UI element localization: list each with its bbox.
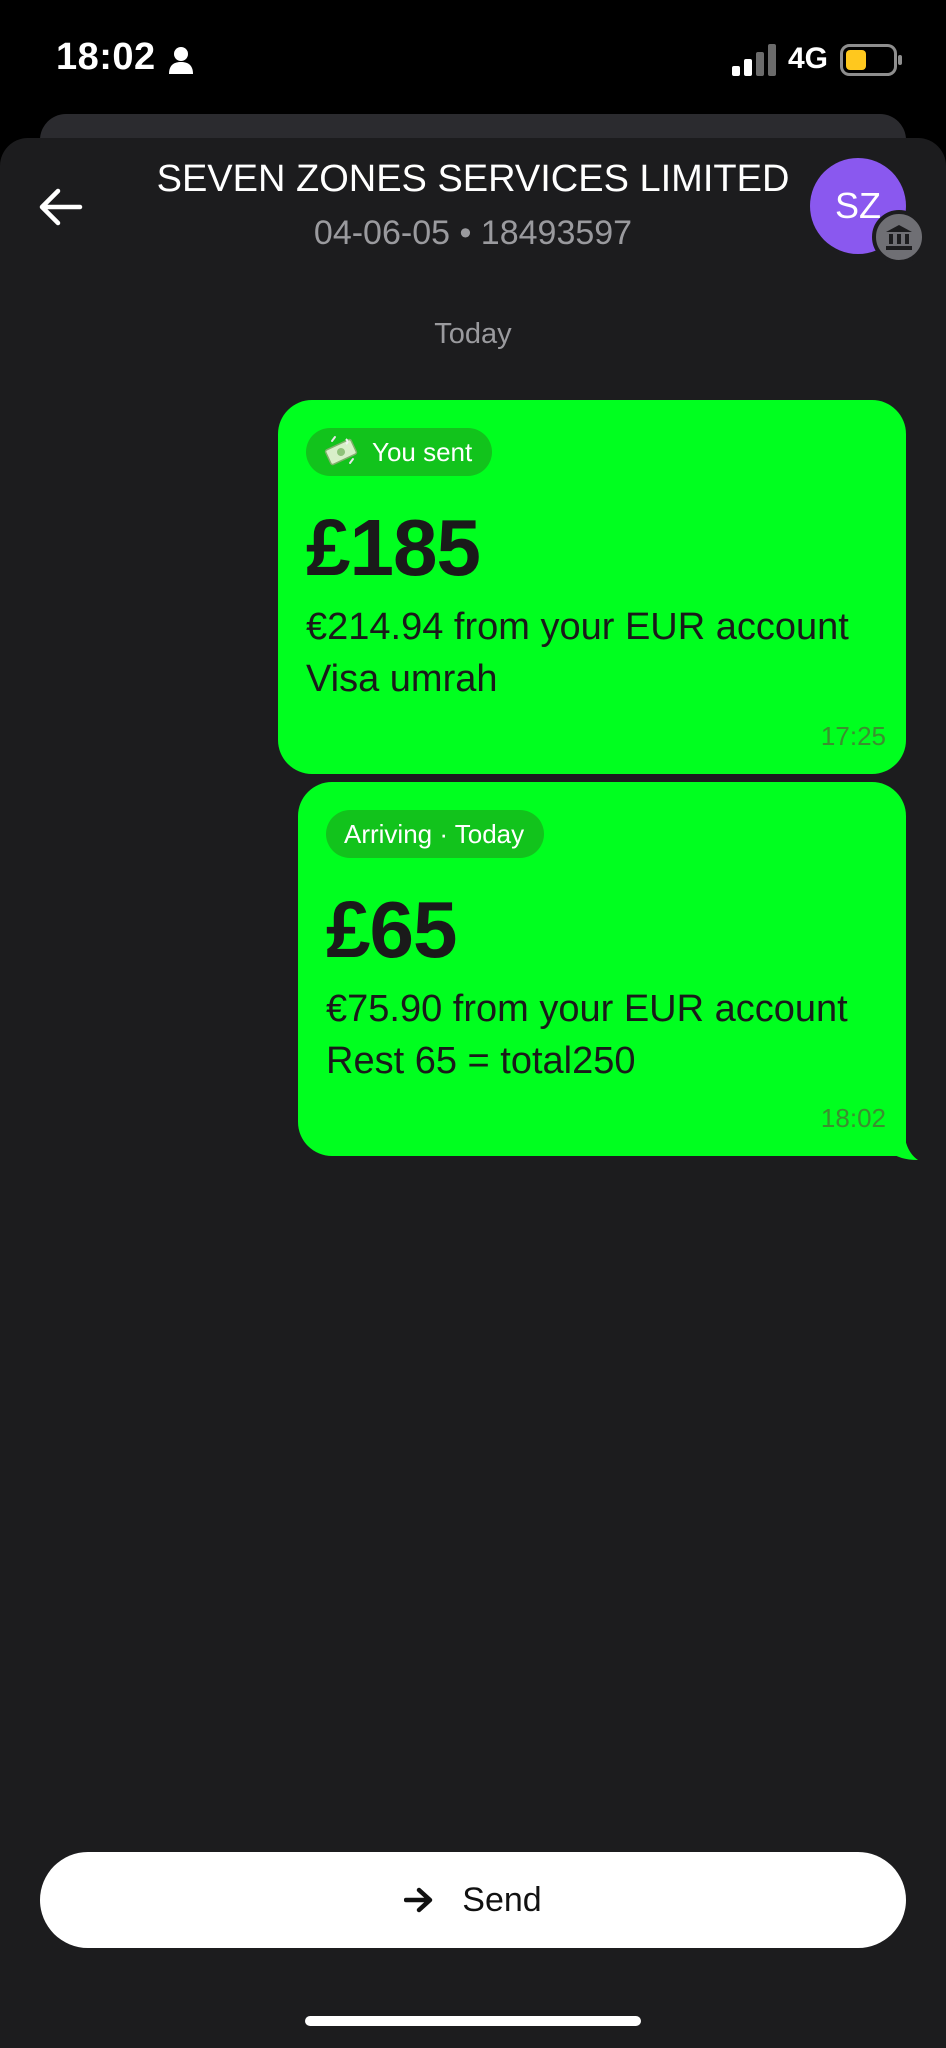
send-label: Send xyxy=(462,1880,542,1919)
transfer-conversation-sheet: SEVEN ZONES SERVICES LIMITED 04-06-05 • … xyxy=(0,138,946,2048)
transfer-reference: Rest 65 = total250 xyxy=(326,1040,636,1082)
message-time: 17:25 xyxy=(820,721,886,751)
transfer-reference: Visa umrah xyxy=(306,658,498,700)
source-account-detail: €214.94 from your EUR account xyxy=(306,606,849,648)
arrow-right-icon xyxy=(404,1887,433,1913)
cellular-signal-icon xyxy=(732,44,776,76)
transfer-message[interactable]: You sent £185 €214.94 from your EUR acco… xyxy=(278,400,906,774)
date-divider: Today xyxy=(434,318,512,350)
transfer-amount: £65 xyxy=(326,885,457,974)
back-button[interactable] xyxy=(30,176,92,238)
home-indicator[interactable] xyxy=(305,2016,641,2026)
person-icon xyxy=(169,47,193,74)
status-label: You sent xyxy=(372,436,473,467)
arrow-left-icon xyxy=(39,188,83,226)
transfer-message[interactable]: Arriving · Today £65 €75.90 from your EU… xyxy=(298,782,906,1156)
recipient-name: SEVEN ZONES SERVICES LIMITED xyxy=(156,158,790,200)
bubble-tail xyxy=(888,1132,918,1160)
bank-icon xyxy=(886,225,912,250)
status-pill: Arriving · Today xyxy=(326,810,545,858)
transfer-amount: £185 xyxy=(306,503,481,592)
recipient-account-details: 04-06-05 • 18493597 xyxy=(313,214,633,252)
bank-badge xyxy=(872,210,926,264)
battery-icon xyxy=(840,44,902,76)
network-type: 4G xyxy=(788,42,829,75)
status-bar: 18:02 4G xyxy=(0,0,946,120)
status-label: Arriving · Today xyxy=(344,818,525,849)
money-emoji-icon xyxy=(324,436,358,466)
avatar-initials: SZ xyxy=(834,185,881,226)
message-time: 18:02 xyxy=(820,1103,886,1133)
send-button[interactable]: Send xyxy=(40,1852,906,1948)
status-time: 18:02 xyxy=(56,36,156,78)
source-account-detail: €75.90 from your EUR account xyxy=(326,988,848,1030)
status-pill: You sent xyxy=(306,428,493,476)
